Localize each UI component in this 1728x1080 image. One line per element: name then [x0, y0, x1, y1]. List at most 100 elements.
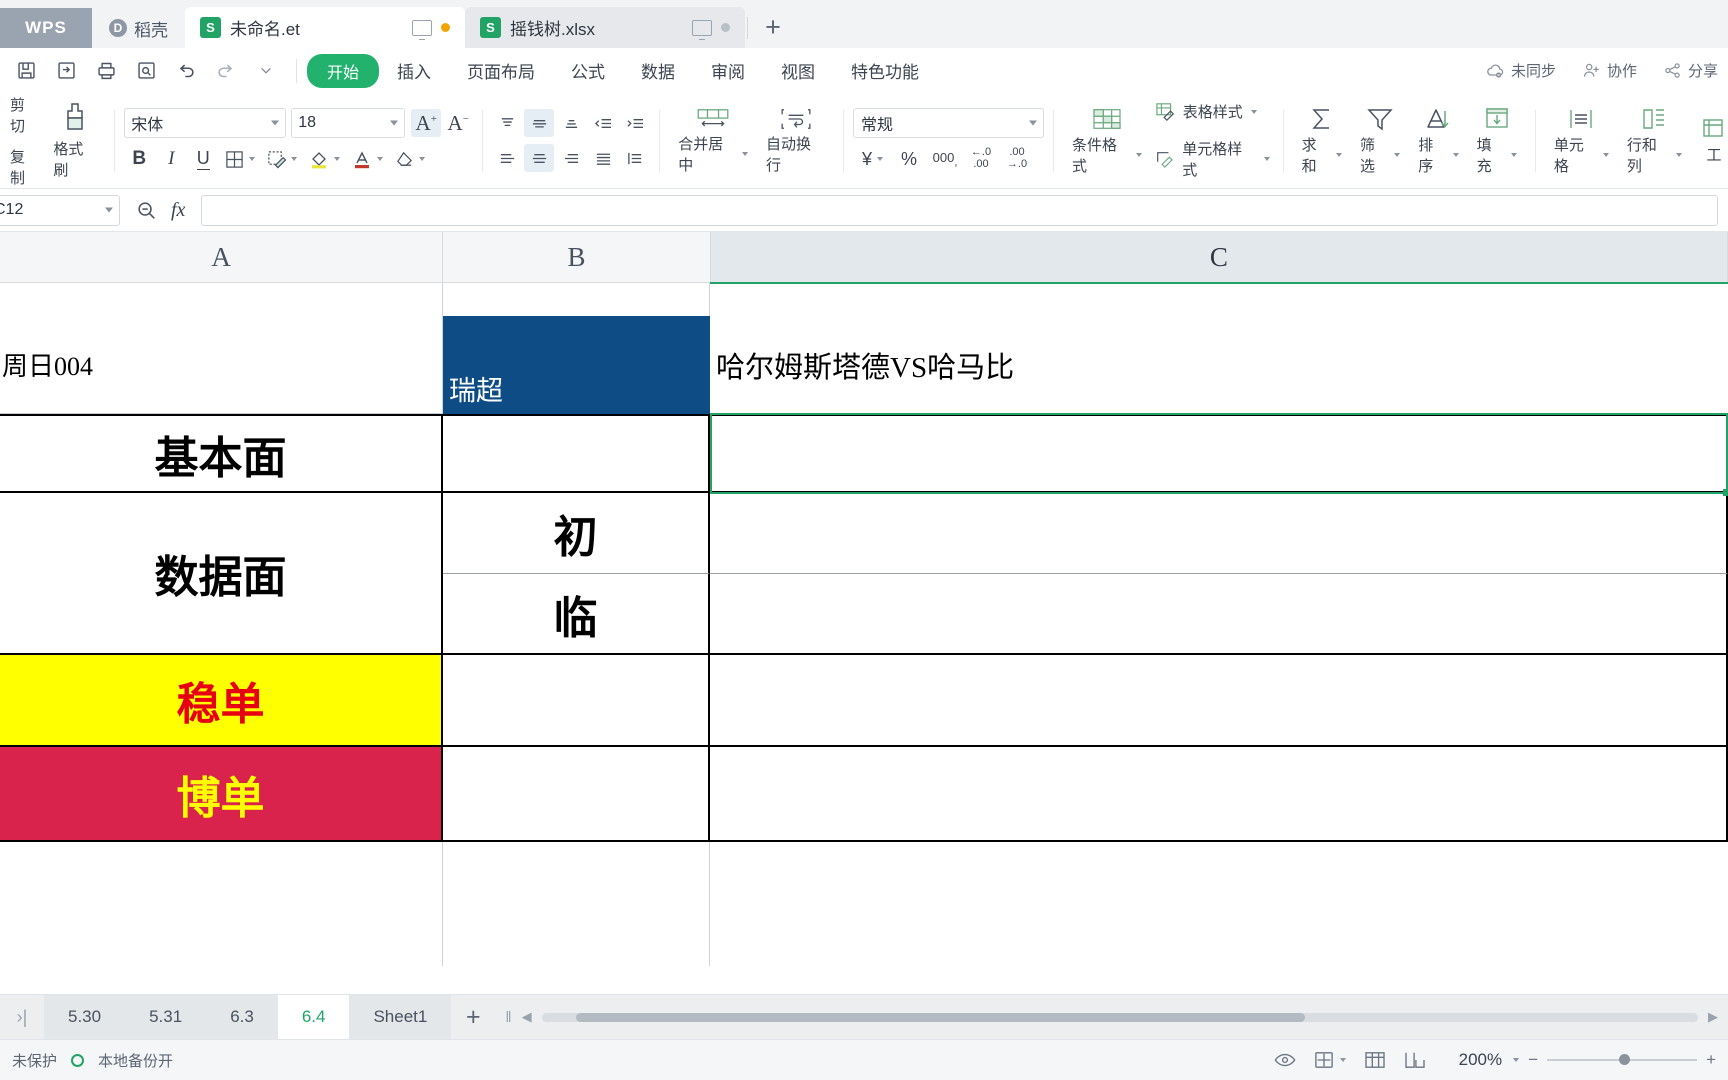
- doc-tab-untitled[interactable]: S 未命名.et: [185, 7, 465, 48]
- cell-c18[interactable]: [710, 904, 1728, 966]
- decrease-indent-button[interactable]: [588, 109, 618, 137]
- print-preview-icon[interactable]: [129, 54, 163, 88]
- scroll-left-icon[interactable]: ◀: [522, 1009, 532, 1025]
- cell-b11[interactable]: 瑞超: [443, 316, 710, 414]
- text-direction-button[interactable]: [620, 144, 650, 172]
- menu-item-features[interactable]: 特色功能: [833, 52, 937, 89]
- customize-icon[interactable]: [249, 54, 283, 88]
- align-center-button[interactable]: [524, 144, 555, 172]
- sheet-tab-531[interactable]: 5.31: [125, 995, 207, 1039]
- cell-a16[interactable]: 博单: [0, 747, 443, 842]
- menu-item-view[interactable]: 视图: [763, 52, 833, 89]
- cell-c17[interactable]: [710, 842, 1728, 904]
- sheet-tab-530[interactable]: 5.30: [44, 995, 126, 1039]
- number-format-select[interactable]: 常规: [852, 108, 1044, 138]
- font-color-button[interactable]: [347, 145, 388, 173]
- copy-button[interactable]: 复制: [10, 146, 39, 188]
- hscroll-track[interactable]: [541, 1012, 1698, 1022]
- cell-c11[interactable]: 哈尔姆斯塔德VS哈马比: [710, 316, 1728, 414]
- cell-style-button[interactable]: 单元格样式: [1151, 136, 1274, 182]
- sheet-tab-sheet1[interactable]: Sheet1: [349, 995, 452, 1039]
- eye-icon[interactable]: [1274, 1052, 1296, 1068]
- new-tab-button[interactable]: +: [750, 7, 796, 48]
- comma-format-button[interactable]: 000,: [930, 145, 960, 173]
- fill-button[interactable]: 填充: [1468, 101, 1526, 181]
- name-box[interactable]: C12: [0, 194, 120, 226]
- column-header-a[interactable]: A: [0, 232, 444, 282]
- column-header-b[interactable]: B: [443, 232, 711, 282]
- doc-tab-yaoqianshu[interactable]: S 摇钱树.xlsx: [465, 7, 745, 48]
- font-size-select[interactable]: 18: [291, 108, 406, 138]
- autosum-button[interactable]: 求和: [1293, 101, 1351, 181]
- zoom-out-button[interactable]: −: [1528, 1050, 1538, 1070]
- scroll-right-icon[interactable]: ▶: [1708, 1009, 1718, 1025]
- cell-b18[interactable]: [443, 904, 710, 966]
- increase-font-size-button[interactable]: A+: [411, 109, 442, 137]
- page-layout-button[interactable]: [1314, 1051, 1347, 1069]
- redo-icon[interactable]: [209, 54, 243, 88]
- currency-format-button[interactable]: ¥: [857, 145, 888, 173]
- cell-c16[interactable]: [710, 747, 1728, 842]
- menu-item-start[interactable]: 开始: [307, 53, 380, 88]
- save-as-icon[interactable]: [49, 54, 83, 88]
- worksheet-button[interactable]: 工: [1691, 101, 1728, 181]
- decrease-decimal-button[interactable]: .00 →.0: [1002, 145, 1032, 173]
- menu-item-formula[interactable]: 公式: [553, 52, 623, 89]
- menu-item-review[interactable]: 审阅: [693, 52, 763, 89]
- cell-b12[interactable]: [443, 414, 710, 493]
- increase-decimal-button[interactable]: ←.0.00: [966, 145, 996, 173]
- format-brush-button[interactable]: 格式刷: [45, 101, 105, 180]
- sheet-tab-63[interactable]: 6.3: [206, 995, 278, 1039]
- rows-cols-button[interactable]: 行和列: [1618, 101, 1691, 181]
- cell-c15[interactable]: [710, 655, 1728, 747]
- page-break-icon[interactable]: [1404, 1051, 1426, 1069]
- sheet-nav-last-button[interactable]: ›|: [0, 995, 44, 1039]
- formula-input[interactable]: [201, 194, 1718, 226]
- align-left-button[interactable]: [492, 144, 522, 172]
- align-middle-button[interactable]: [524, 109, 555, 137]
- conditional-format-button[interactable]: 条件格式: [1063, 101, 1151, 181]
- print-icon[interactable]: [89, 54, 123, 88]
- align-bottom-button[interactable]: [556, 109, 586, 137]
- percent-format-button[interactable]: %: [894, 145, 924, 173]
- decrease-font-size-button[interactable]: A−: [443, 109, 473, 137]
- clear-format-button[interactable]: [390, 145, 430, 173]
- cell-a17[interactable]: [0, 842, 443, 904]
- normal-view-icon[interactable]: [1364, 1051, 1386, 1069]
- cells-button[interactable]: 单元格: [1545, 101, 1618, 181]
- add-sheet-button[interactable]: +: [451, 995, 495, 1039]
- cell-b15[interactable]: [443, 655, 710, 747]
- wps-logo-button[interactable]: WPS: [0, 8, 92, 48]
- underline-button[interactable]: U: [188, 145, 218, 173]
- align-top-button[interactable]: [492, 109, 522, 137]
- filter-button[interactable]: 筛选: [1351, 101, 1409, 181]
- cast-icon[interactable]: [692, 19, 712, 40]
- justify-button[interactable]: [588, 144, 618, 172]
- column-header-c[interactable]: C: [710, 232, 1728, 282]
- cell-c14[interactable]: [710, 574, 1728, 655]
- cell-a10[interactable]: [0, 283, 443, 316]
- menu-item-data[interactable]: 数据: [623, 52, 693, 89]
- sort-button[interactable]: 排序: [1409, 101, 1467, 181]
- cast-icon[interactable]: [412, 19, 432, 40]
- cell-c12[interactable]: [710, 414, 1728, 493]
- hscroll-thumb[interactable]: [576, 1012, 1305, 1022]
- wrap-text-button[interactable]: 自动换行: [757, 101, 834, 181]
- cell-b16[interactable]: [443, 747, 710, 842]
- increase-indent-button[interactable]: [620, 109, 650, 137]
- cell-b17[interactable]: [443, 842, 710, 904]
- cell-b13[interactable]: 初: [443, 493, 710, 574]
- zoom-in-button[interactable]: +: [1706, 1050, 1716, 1070]
- cell-effects-button[interactable]: [262, 145, 302, 173]
- cell-a15[interactable]: 稳单: [0, 655, 443, 747]
- sync-status-button[interactable]: 未同步: [1485, 60, 1556, 81]
- cell-a12[interactable]: 基本面: [0, 414, 443, 493]
- cell-c13[interactable]: [710, 493, 1728, 574]
- fill-color-button[interactable]: [304, 145, 345, 173]
- cut-button[interactable]: 剪切: [10, 94, 39, 136]
- table-style-button[interactable]: 表格样式: [1151, 99, 1274, 124]
- horizontal-scrollbar[interactable]: ‖ ◀ ▶: [495, 1009, 1728, 1026]
- italic-button[interactable]: I: [156, 145, 186, 173]
- bold-button[interactable]: B: [124, 145, 154, 173]
- align-right-button[interactable]: [556, 144, 586, 172]
